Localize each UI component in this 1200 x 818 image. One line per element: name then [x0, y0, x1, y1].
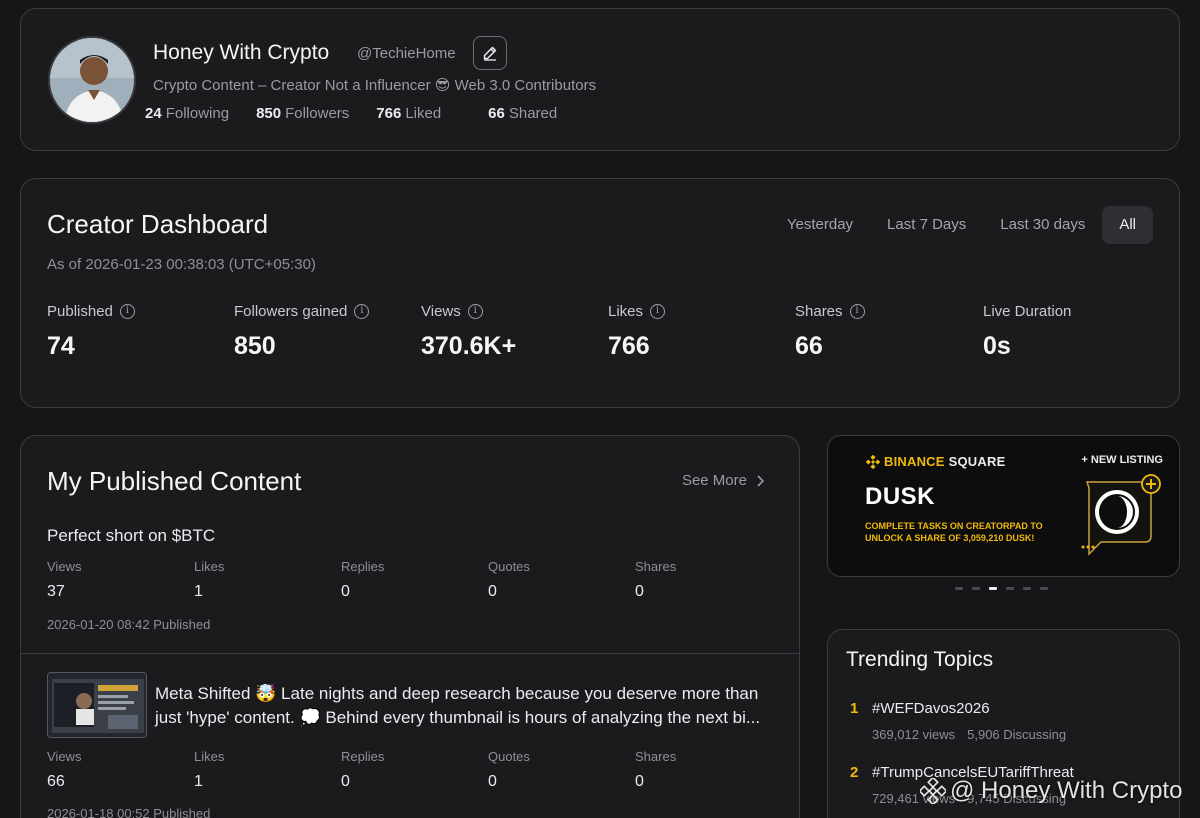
new-listing-badge: + NEW LISTING	[1081, 454, 1163, 466]
avatar[interactable]	[48, 36, 136, 124]
info-icon[interactable]: i	[650, 304, 666, 319]
edit-profile-button[interactable]	[473, 36, 507, 70]
tab-all[interactable]: All	[1102, 206, 1153, 244]
metric-published: Published i 74	[47, 303, 135, 361]
carousel-dot[interactable]	[1006, 587, 1014, 590]
divider	[21, 653, 799, 654]
metric-likes: Likes i 766	[608, 303, 666, 361]
banner-description: COMPLETE TASKS ON CREATORPAD TO UNLOCK A…	[865, 521, 1043, 543]
followers-stat[interactable]: 850 Followers	[256, 105, 349, 122]
see-more-link[interactable]: See More	[682, 472, 767, 489]
metric-views: Views i 370.6K+	[421, 303, 517, 360]
post-date: 2026-01-20 08:42 Published	[47, 617, 211, 632]
info-icon[interactable]: i	[354, 304, 370, 319]
coin-name: DUSK	[865, 483, 936, 510]
trending-title: Trending Topics	[846, 648, 994, 671]
metric-followers-gained: Followers gained i 850	[234, 303, 370, 361]
published-content-card: My Published Content See More Perfect sh…	[20, 435, 800, 818]
profile-card: Honey With Crypto @TechieHome Crypto Con…	[20, 8, 1180, 151]
liked-stat: 766 Liked	[376, 105, 442, 122]
metric-shares: Shares i 66	[795, 303, 865, 361]
following-stat[interactable]: 24 Following	[145, 105, 229, 122]
profile-stats: 24 Following 850 Followers 766 Liked 66 Shar…	[145, 105, 584, 122]
tab-last-30-days[interactable]: Last 30 days	[983, 206, 1102, 244]
carousel-dot[interactable]	[1040, 587, 1048, 590]
shared-stat: 66 Shared	[488, 105, 558, 122]
info-icon[interactable]: i	[849, 304, 865, 319]
profile-name: Honey With Crypto	[153, 41, 330, 64]
pencil-icon	[483, 46, 497, 61]
tab-yesterday[interactable]: Yesterday	[770, 206, 870, 244]
info-icon[interactable]: i	[467, 304, 483, 319]
dashboard-timestamp: As of 2026-01-23 00:38:03 (UTC+05:30)	[47, 256, 316, 273]
promo-banner[interactable]: BINANCE SQUARE + NEW LISTING DUSK COMPLET…	[827, 435, 1180, 577]
range-tabs: Yesterday Last 7 Days Last 30 days All	[770, 206, 1153, 244]
dashboard-title: Creator Dashboard	[47, 209, 269, 239]
creator-dashboard: Creator Dashboard As of 2026-01-23 00:38…	[20, 178, 1180, 408]
carousel-dots	[955, 587, 1057, 590]
profile-handle: @TechieHome	[357, 45, 456, 62]
post-title[interactable]: Perfect short on $BTC	[47, 526, 215, 546]
info-icon[interactable]: i	[119, 304, 135, 319]
carousel-dot[interactable]	[972, 587, 980, 590]
post-thumbnail[interactable]	[47, 672, 147, 738]
dusk-logo-icon	[1081, 474, 1161, 556]
tab-last-7-days[interactable]: Last 7 Days	[870, 206, 983, 244]
post-excerpt[interactable]: Meta Shifted 🤯 Late nights and deep rese…	[155, 682, 785, 730]
binance-icon	[866, 454, 880, 469]
watermark: @ Honey With Crypto	[920, 777, 1182, 805]
post-date: 2026-01-18 00:52 Published	[47, 806, 211, 818]
binance-square-logo: BINANCE SQUARE	[866, 454, 1005, 469]
metric-live-duration: Live Duration 0s	[983, 303, 1072, 360]
carousel-dot-active[interactable]	[989, 587, 997, 590]
profile-bio: Crypto Content – Creator Not a Influence…	[153, 77, 597, 94]
chevron-right-icon	[757, 474, 765, 487]
carousel-dot[interactable]	[1023, 587, 1031, 590]
carousel-dot[interactable]	[955, 587, 963, 590]
published-title: My Published Content	[47, 466, 302, 496]
binance-icon	[920, 778, 946, 804]
